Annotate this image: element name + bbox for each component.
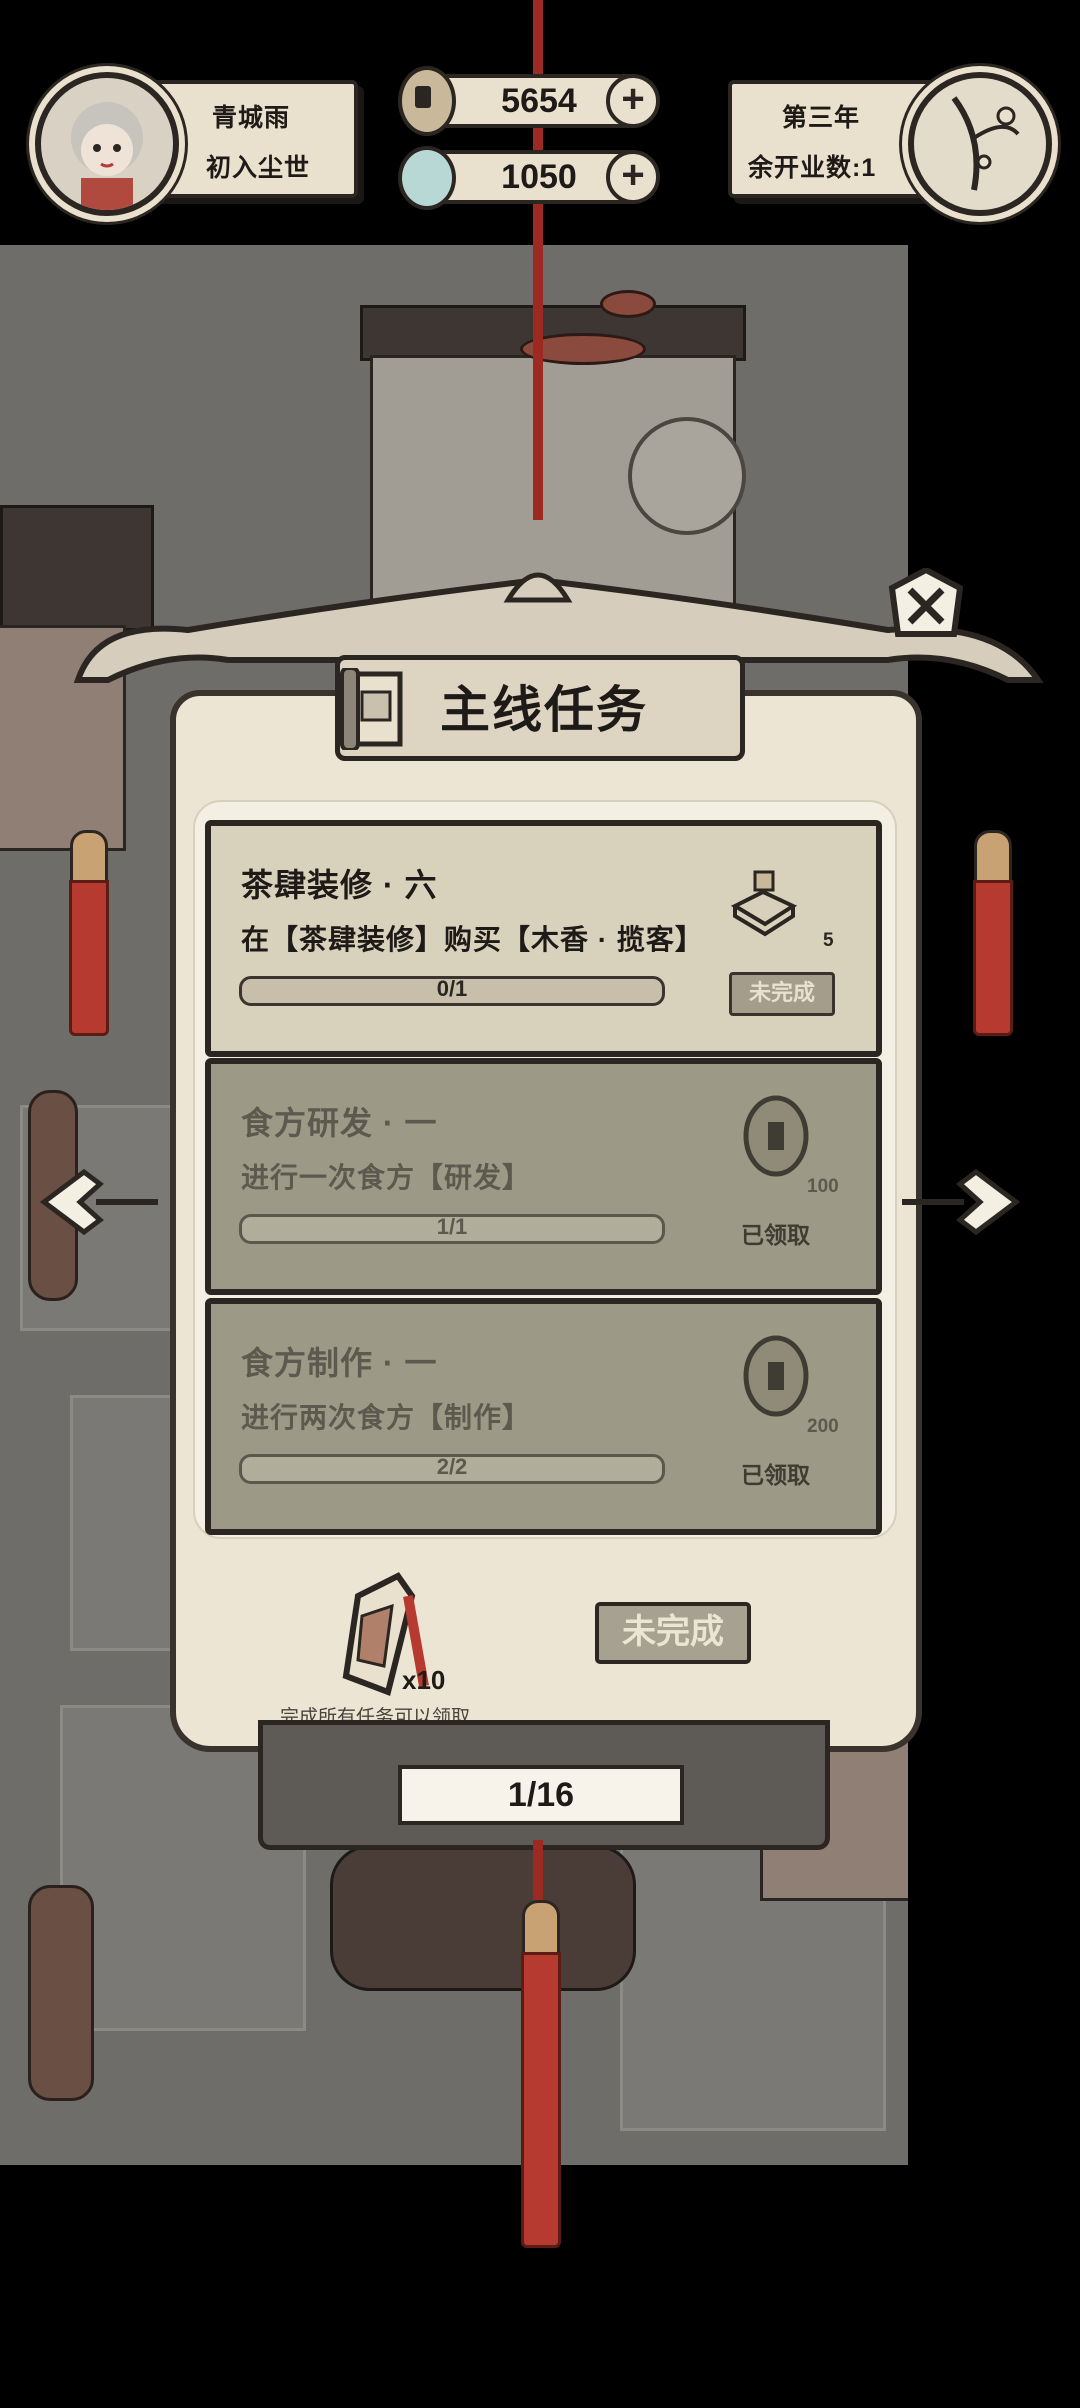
task-status: 已领取 xyxy=(741,1222,810,1248)
tassel-right xyxy=(973,880,1013,1036)
reward-count: 100 xyxy=(807,1176,839,1197)
close-button[interactable] xyxy=(888,568,964,644)
coin-icon xyxy=(743,1335,809,1417)
add-coins-button[interactable]: + xyxy=(606,74,660,128)
player-name: 青城雨 xyxy=(212,104,291,132)
progress-text: 1/1 xyxy=(436,1214,468,1239)
reward-count: 5 xyxy=(823,930,834,951)
reward-count: 200 xyxy=(807,1416,839,1437)
task-card[interactable]: 食方制作 · 一 进行两次食方【制作】 2/2 200 已领取 xyxy=(205,1298,882,1535)
player-avatar[interactable] xyxy=(35,72,179,216)
progress-text: 0/1 xyxy=(436,976,468,1001)
avatar-portrait-icon xyxy=(71,102,143,210)
final-reward-quantity: x10 xyxy=(402,1665,446,1695)
claim-final-reward-button[interactable]: 未完成 xyxy=(595,1602,751,1664)
task-card[interactable]: 茶肆装修 · 六 在【茶肆装修】购买【木香 · 揽客】 0/1 5 未完成 xyxy=(205,820,882,1057)
task-progress-bar: 0/1 xyxy=(239,976,665,1006)
log-decor xyxy=(28,1885,94,2101)
task-status-button[interactable]: 未完成 xyxy=(729,972,835,1016)
coin-icon xyxy=(743,1095,809,1177)
task-title: 食方研发 · 一 xyxy=(241,1105,438,1141)
book-icon xyxy=(730,870,798,937)
task-progress-bar: 2/2 xyxy=(239,1454,665,1484)
scroll-icon xyxy=(340,668,403,750)
copper-coin-icon xyxy=(398,66,456,136)
previous-page-arrow[interactable] xyxy=(40,1166,160,1238)
task-title: 食方制作 · 一 xyxy=(241,1345,438,1381)
task-card[interactable]: 食方研发 · 一 进行一次食方【研发】 1/1 100 已领取 xyxy=(205,1058,882,1295)
player-title: 初入尘世 xyxy=(206,154,311,182)
remaining-openings: 余开业数:1 xyxy=(748,154,877,182)
task-description: 进行两次食方【制作】 xyxy=(241,1402,532,1433)
season-emblem[interactable] xyxy=(908,72,1052,216)
tassel-bottom xyxy=(521,1952,561,2248)
next-page-arrow[interactable] xyxy=(900,1166,1020,1238)
task-status: 已领取 xyxy=(741,1462,810,1488)
jade-icon xyxy=(398,146,456,210)
bottom-rope xyxy=(533,1840,543,1900)
plum-blossom-icon xyxy=(951,96,1020,191)
mushroom-decor xyxy=(600,290,656,318)
build-icon[interactable] xyxy=(628,417,746,535)
page-indicator: 1/16 xyxy=(398,1765,684,1825)
tassel-left xyxy=(69,880,109,1036)
current-year: 第三年 xyxy=(782,104,861,132)
task-description: 在【茶肆装修】购买【木香 · 揽客】 xyxy=(241,924,704,955)
progress-text: 2/2 xyxy=(436,1454,468,1479)
task-title: 茶肆装修 · 六 xyxy=(241,867,438,903)
board-title: 主线任务 xyxy=(440,682,648,738)
tree-stump-table xyxy=(330,1845,636,1991)
add-jade-button[interactable]: + xyxy=(606,150,660,204)
task-progress-bar: 1/1 xyxy=(239,1214,665,1244)
task-description: 进行一次食方【研发】 xyxy=(241,1162,532,1193)
